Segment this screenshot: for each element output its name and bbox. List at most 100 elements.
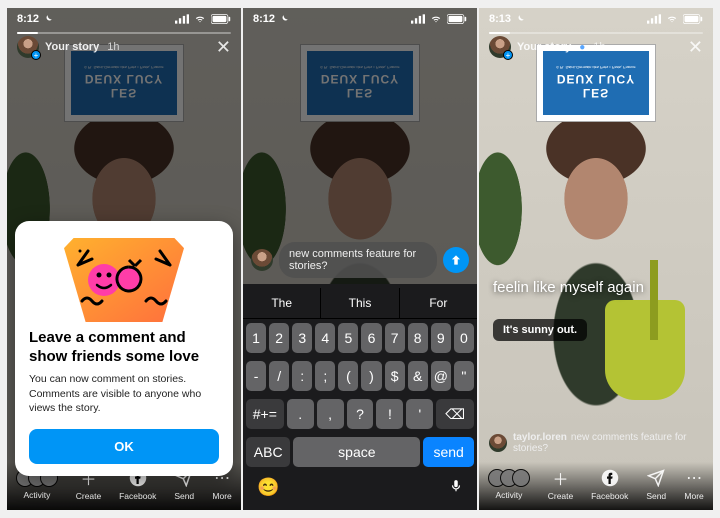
battery-icon	[683, 14, 703, 24]
add-story-icon[interactable]: +	[31, 50, 41, 60]
cellular-icon	[175, 14, 189, 24]
key-abc[interactable]: ABC	[246, 437, 290, 467]
key-rparen[interactable]: )	[361, 361, 381, 391]
clock: 8:12	[253, 13, 275, 25]
key-colon[interactable]: :	[292, 361, 312, 391]
key-apostrophe[interactable]: '	[406, 399, 433, 429]
key-period[interactable]: .	[287, 399, 314, 429]
key-at[interactable]: @	[431, 361, 451, 391]
commenter-name: taylor.loren	[513, 432, 567, 443]
key-space[interactable]: space	[293, 437, 420, 467]
key-question[interactable]: ?	[347, 399, 374, 429]
modal-title: Leave a comment and show friends some lo…	[29, 329, 219, 367]
avatar[interactable]: +	[489, 36, 511, 58]
key-8[interactable]: 8	[408, 323, 428, 353]
key-dollar[interactable]: $	[385, 361, 405, 391]
send-comment-button[interactable]	[443, 247, 469, 273]
comment-input-row: new comments feature for stories?	[251, 242, 469, 278]
close-icon[interactable]: ✕	[688, 37, 703, 58]
commenter-avatar[interactable]	[251, 249, 273, 271]
clock: 8:12	[17, 13, 39, 25]
more-icon: ⋯	[684, 468, 704, 488]
tray-send[interactable]: Send	[646, 468, 666, 501]
story-progress	[17, 32, 231, 34]
commenter-avatar	[489, 434, 507, 452]
avatar[interactable]: +	[17, 36, 39, 58]
arrow-up-icon	[449, 253, 463, 267]
dnd-moon-icon	[515, 14, 525, 24]
ok-button[interactable]: OK	[29, 429, 219, 464]
key-3[interactable]: 3	[292, 323, 312, 353]
screenshot-3: LES DEUX LUCY 6 Pl. Saint-Germain des Pr…	[479, 8, 713, 510]
posted-comment[interactable]: taylor.lorennew comments feature for sto…	[489, 432, 703, 454]
key-semicolon[interactable]: ;	[315, 361, 335, 391]
battery-icon	[447, 14, 467, 24]
key-symbol-shift[interactable]: #+=	[246, 399, 284, 429]
screenshot-1: LES DEUX LUCY 6 Pl. Saint-Germain des Pr…	[7, 8, 241, 510]
suggestion-1[interactable]: The	[243, 288, 321, 318]
dnd-moon-icon	[43, 14, 53, 24]
dictation-mic-icon[interactable]	[449, 477, 463, 500]
send-icon	[646, 468, 666, 488]
key-9[interactable]: 9	[431, 323, 451, 353]
bottom-tray: Activity ＋Create Facebook Send ⋯More	[479, 462, 713, 510]
story-time: 1h	[107, 41, 119, 53]
story-header: + Your story 1h ✕	[7, 36, 241, 58]
key-lparen[interactable]: (	[338, 361, 358, 391]
key-1[interactable]: 1	[246, 323, 266, 353]
story-username[interactable]: Your story	[517, 41, 571, 53]
keyboard: The This For 1 2 3 4 5 6 7 8 9 0 - / : ;	[243, 284, 477, 510]
wifi-icon	[665, 14, 679, 24]
screenshot-2: LES DEUX LUCY 6 Pl. Saint-Germain des Pr…	[243, 8, 477, 510]
suggestion-row: The This For	[243, 288, 477, 319]
key-5[interactable]: 5	[338, 323, 358, 353]
tray-more[interactable]: ⋯More	[684, 468, 704, 501]
story-time: 1h	[593, 41, 605, 53]
key-dash[interactable]: -	[246, 361, 266, 391]
tray-create[interactable]: ＋Create	[548, 468, 574, 501]
plus-icon: ＋	[550, 468, 570, 488]
facebook-icon	[600, 468, 620, 488]
verified-icon: ●	[579, 42, 585, 53]
tray-facebook[interactable]: Facebook	[591, 468, 628, 501]
intro-modal: Leave a comment and show friends some lo…	[15, 221, 233, 476]
status-bar: 8:13	[479, 8, 713, 30]
modal-illustration	[29, 237, 219, 323]
comment-input[interactable]: new comments feature for stories?	[279, 242, 437, 278]
close-icon[interactable]: ✕	[216, 37, 231, 58]
key-amp[interactable]: &	[408, 361, 428, 391]
battery-icon	[211, 14, 231, 24]
emoji-key-icon[interactable]: 😊	[257, 477, 279, 500]
key-send[interactable]: send	[423, 437, 474, 467]
story-username[interactable]: Your story	[45, 41, 99, 53]
story-subcaption: It's sunny out.	[493, 319, 587, 341]
key-0[interactable]: 0	[454, 323, 474, 353]
key-quote[interactable]: "	[454, 361, 474, 391]
key-7[interactable]: 7	[385, 323, 405, 353]
key-comma[interactable]: ,	[317, 399, 344, 429]
cup	[605, 300, 685, 400]
wifi-icon	[193, 14, 207, 24]
cellular-icon	[411, 14, 425, 24]
status-bar: 8:12	[243, 8, 477, 30]
key-6[interactable]: 6	[361, 323, 381, 353]
cellular-icon	[647, 14, 661, 24]
key-backspace[interactable]: ⌫	[436, 399, 474, 429]
key-2[interactable]: 2	[269, 323, 289, 353]
straw	[650, 260, 658, 340]
tray-activity-label: Activity	[23, 490, 50, 500]
clock: 8:13	[489, 13, 511, 25]
key-4[interactable]: 4	[315, 323, 335, 353]
key-exclaim[interactable]: !	[376, 399, 403, 429]
suggestion-2[interactable]: This	[321, 288, 399, 318]
wifi-icon	[429, 14, 443, 24]
story-progress	[489, 32, 703, 34]
story-caption: feelin like myself again	[493, 279, 699, 296]
suggestion-3[interactable]: For	[400, 288, 477, 318]
dnd-moon-icon	[279, 14, 289, 24]
key-slash[interactable]: /	[269, 361, 289, 391]
modal-body: You can now comment on stories. Comments…	[29, 372, 219, 415]
story-header: + Your story ● 1h ✕	[479, 36, 713, 58]
add-story-icon[interactable]: +	[503, 50, 513, 60]
tray-activity[interactable]: Activity	[488, 469, 530, 500]
